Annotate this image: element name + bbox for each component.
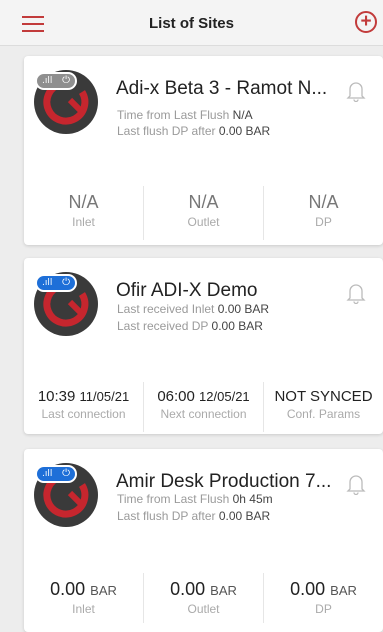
plug-icon: ⏻ — [62, 277, 70, 288]
site-name: Ofir ADI-X Demo — [116, 280, 258, 301]
bell-icon[interactable] — [346, 473, 366, 500]
info-line: Time from Last Flush N/A — [117, 108, 253, 122]
info-line: Last flush DP after 0.00 BAR — [117, 124, 271, 138]
signal-icon: .ıll — [42, 278, 53, 288]
site-card[interactable]: .ıll ⏻ Adi-x Beta 3 - Ramot N... Time fro… — [24, 56, 383, 245]
stat-inlet: N/A Inlet — [24, 186, 144, 240]
site-name: Amir Desk Production 7... — [116, 471, 332, 492]
stats-row: 10:39 11/05/21 Last connection 06:00 12/0… — [24, 382, 383, 432]
stat-conf-params: NOT SYNCED Conf. Params — [274, 388, 373, 421]
stat-next-connection: 06:00 12/05/21 Next connection — [144, 382, 264, 432]
site-name: Adi-x Beta 3 - Ramot N... — [116, 78, 328, 99]
page-title: List of Sites — [148, 15, 234, 32]
site-avatar: .ıll ⏻ — [34, 463, 98, 527]
signal-icon: .ıll — [42, 76, 53, 86]
bell-icon[interactable] — [346, 80, 366, 107]
add-site-icon[interactable]: + — [355, 11, 377, 33]
signal-badge: .ıll ⏻ — [35, 465, 77, 483]
info-line: Last received DP 0.00 BAR — [117, 319, 263, 333]
stat-outlet: 0.00 BAR Outlet — [144, 573, 264, 623]
stat-inlet: 0.00 BAR Inlet — [24, 573, 144, 623]
site-avatar: .ıll ⏻ — [34, 70, 98, 134]
stat-last-connection: 10:39 11/05/21 Last connection — [24, 382, 144, 432]
bell-icon[interactable] — [346, 282, 366, 309]
plug-icon: ⏻ — [62, 468, 70, 479]
signal-icon: .ıll — [42, 469, 53, 479]
signal-badge: .ıll ⏻ — [35, 274, 77, 292]
stats-row: N/A Inlet N/A Outlet N/A DP — [24, 186, 383, 240]
top-bar: List of Sites + — [0, 0, 383, 46]
signal-badge: .ıll ⏻ — [35, 72, 77, 90]
plug-icon: ⏻ — [62, 75, 70, 86]
site-card[interactable]: .ıll ⏻ Amir Desk Production 7... Time fro… — [24, 449, 383, 632]
site-avatar: .ıll ⏻ — [34, 272, 98, 336]
info-line: Last flush DP after 0.00 BAR — [117, 509, 271, 523]
site-card[interactable]: .ıll ⏻ Ofir ADI-X Demo Last received Inle… — [24, 258, 383, 434]
info-line: Last received Inlet 0.00 BAR — [117, 302, 270, 316]
stat-dp: N/A DP — [308, 192, 339, 229]
info-line: Time from Last Flush 0h 45m — [117, 492, 273, 506]
stats-row: 0.00 BAR Inlet 0.00 BAR Outlet 0.00 BAR DP — [24, 573, 383, 623]
stat-outlet: N/A Outlet — [144, 186, 264, 240]
stat-dp: 0.00 BAR DP — [290, 579, 357, 616]
